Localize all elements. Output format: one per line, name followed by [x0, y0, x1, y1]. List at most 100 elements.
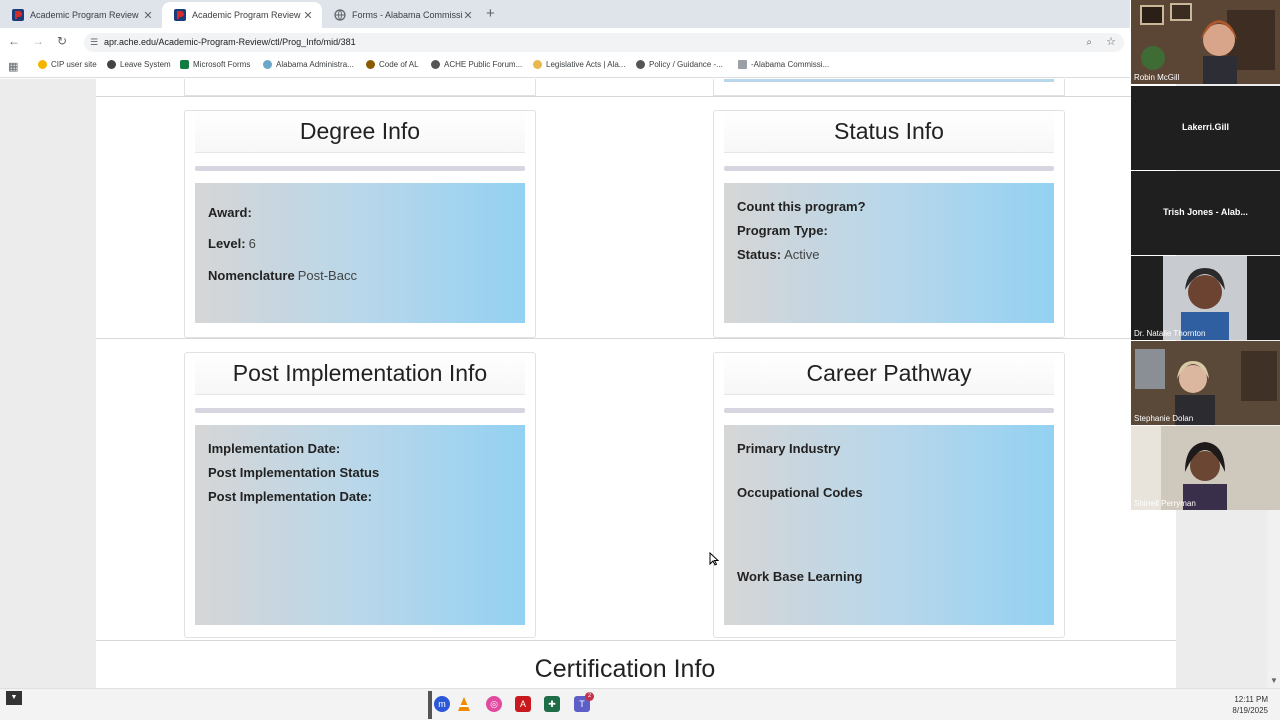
browser-tab-bar: Academic Program Review ✕ Academic Progr…: [0, 0, 1130, 28]
bookmark-label: Code of AL: [379, 60, 419, 69]
mouse-cursor-icon: [709, 551, 720, 569]
status-field: Status: Active: [737, 247, 819, 262]
bookmark-policy-guidance[interactable]: Policy / Guidance -...: [636, 60, 723, 69]
site-info-icon[interactable]: ☰: [90, 33, 98, 52]
tab-forms-alabama-commission[interactable]: Forms - Alabama Commission o ✕: [322, 2, 482, 28]
system-clock[interactable]: 12:11 PM 8/19/2025: [1232, 694, 1268, 716]
card-above-right: [713, 79, 1065, 96]
row-divider: [96, 640, 1176, 641]
bookmark-cip-user-site[interactable]: CIP user site: [38, 60, 97, 69]
bookmark-alabama-administrative[interactable]: Alabama Administra...: [263, 60, 354, 69]
os-taskbar: ▼ m ◎ A ✚ T 2 12:11 PM 8/19/2025: [0, 688, 1280, 720]
clock-time: 12:11 PM: [1234, 695, 1268, 704]
participant-tile-natalie-thornton[interactable]: Dr. Natalie Thornton: [1131, 256, 1280, 340]
post-implementation-body: Implementation Date: Post Implementation…: [195, 425, 525, 625]
bookmark-label: Alabama Administra...: [276, 60, 354, 69]
participant-video-icon: [1131, 341, 1280, 425]
participant-tile-trish-jones[interactable]: Trish Jones - Alab...: [1131, 171, 1280, 255]
zoom-icon[interactable]: ⌕: [1086, 33, 1092, 52]
career-pathway-card: Career Pathway Primary Industry Occupati…: [713, 352, 1065, 638]
back-arrow-icon[interactable]: ←: [6, 34, 22, 48]
card-divider-bar: [195, 166, 525, 171]
participant-name: Stephanie Dolan: [1134, 414, 1194, 423]
close-tab-icon[interactable]: ✕: [142, 9, 154, 22]
url-field[interactable]: ☰ apr.ache.edu/Academic-Program-Review/c…: [84, 33, 1124, 52]
level-field: Level: 6: [208, 236, 256, 251]
apps-grid-icon[interactable]: ▦: [8, 60, 18, 73]
participant-tile-stephanie-dolan[interactable]: Stephanie Dolan: [1131, 341, 1280, 425]
address-toolbar: ← → ↻ ☰ apr.ache.edu/Academic-Program-Re…: [0, 28, 1130, 56]
active-window-indicator: [428, 691, 432, 719]
row-divider: [96, 338, 1176, 339]
bookmark-alabama-commission[interactable]: -Alabama Commissi...: [738, 60, 829, 69]
bookmark-icon: [38, 60, 47, 69]
nomenclature-label: Nomenclature: [208, 268, 295, 283]
tab-title: Academic Program Review: [192, 10, 301, 20]
bookmark-microsoft-forms[interactable]: Microsoft Forms: [180, 60, 250, 69]
bookmark-star-icon[interactable]: ☆: [1106, 33, 1116, 52]
close-tab-icon[interactable]: ✕: [302, 9, 314, 22]
bookmark-icon: [431, 60, 440, 69]
spreadsheet-app-icon[interactable]: ✚: [544, 696, 560, 712]
primary-industry-field: Primary Industry: [737, 441, 840, 456]
count-program-label: Count this program?: [737, 199, 866, 214]
vlc-icon[interactable]: [456, 696, 472, 712]
scroll-down-arrow-icon[interactable]: ▼: [1270, 676, 1278, 685]
tab-academic-program-review-2[interactable]: Academic Program Review ✕: [162, 2, 322, 28]
degree-info-card: Degree Info Award: Level: 6 Nomenclature P…: [184, 110, 536, 338]
clock-date: 8/19/2025: [1232, 706, 1268, 715]
card-divider-bar: [724, 408, 1054, 413]
bookmark-label: Microsoft Forms: [193, 60, 251, 69]
participant-name: Trish Jones - Alab...: [1163, 207, 1248, 217]
bookmark-label: CIP user site: [51, 60, 97, 69]
forward-arrow-icon[interactable]: →: [30, 34, 46, 48]
bookmark-label: ACHE Public Forum...: [444, 60, 523, 69]
new-tab-icon[interactable]: +: [486, 5, 495, 22]
status-value: Active: [784, 247, 820, 262]
bookmark-label: -Alabama Commissi...: [751, 60, 830, 69]
participant-tile-shirrell-perryman[interactable]: Shirrell Perryman: [1131, 426, 1280, 510]
close-tab-icon[interactable]: ✕: [462, 9, 474, 22]
bookmark-code-of-al[interactable]: Code of AL: [366, 60, 419, 69]
meet-app-icon[interactable]: m: [434, 696, 450, 712]
work-base-learning-field: Work Base Learning: [737, 569, 862, 584]
ache-favicon-icon: [174, 9, 186, 21]
bookmark-label: Leave System: [120, 60, 171, 69]
bookmark-legislative-acts[interactable]: Legislative Acts | Ala...: [533, 60, 625, 69]
camera-app-icon[interactable]: ◎: [486, 696, 502, 712]
bookmark-icon: [636, 60, 645, 69]
degree-info-body: Award: Level: 6 Nomenclature Post-Bacc: [195, 183, 525, 323]
bookmark-icon: [738, 60, 747, 69]
bookmarks-bar: ▦ CIP user site Leave System Microsoft F…: [0, 56, 1130, 78]
reload-icon[interactable]: ↻: [54, 34, 70, 48]
post-implementation-title: Post Implementation Info: [195, 353, 525, 395]
participant-video-icon: [1131, 0, 1280, 84]
acrobat-icon[interactable]: A: [515, 696, 531, 712]
participant-name: Lakerri.Gill: [1181, 122, 1230, 132]
tab-academic-program-review-1[interactable]: Academic Program Review ✕: [0, 2, 162, 28]
award-label: Award:: [208, 205, 252, 220]
post-implementation-date-label: Post Implementation Date:: [208, 489, 372, 504]
level-label: Level:: [208, 236, 246, 251]
work-base-learning-label: Work Base Learning: [737, 569, 863, 584]
participant-tile-lakerri-gill[interactable]: Lakerri.Gill: [1131, 86, 1280, 170]
bookmark-icon: [533, 60, 542, 69]
bookmark-icon: [263, 60, 272, 69]
post-implementation-status-field: Post Implementation Status: [208, 465, 379, 480]
page-scrollbar[interactable]: [1267, 510, 1280, 688]
nomenclature-field: Nomenclature Post-Bacc: [208, 268, 357, 283]
status-info-title: Status Info: [724, 111, 1054, 153]
status-info-body: Count this program? Program Type: Status…: [724, 183, 1054, 323]
participant-tile-robin-mcgill[interactable]: Robin McGill: [1131, 0, 1280, 84]
card-divider-bar: [724, 166, 1054, 171]
bookmark-label: Legislative Acts | Ala...: [546, 60, 626, 69]
bookmark-icon: [366, 60, 375, 69]
left-gutter: [0, 79, 96, 688]
teams-notification-badge: 2: [585, 692, 594, 701]
bookmark-ache-public-forum[interactable]: ACHE Public Forum...: [431, 60, 522, 69]
taskbar-expand-icon[interactable]: ▼: [6, 691, 22, 705]
status-label: Status:: [737, 247, 782, 262]
bookmark-leave-system[interactable]: Leave System: [107, 60, 171, 69]
program-type-label: Program Type:: [737, 223, 828, 238]
nomenclature-value: Post-Bacc: [297, 268, 357, 283]
